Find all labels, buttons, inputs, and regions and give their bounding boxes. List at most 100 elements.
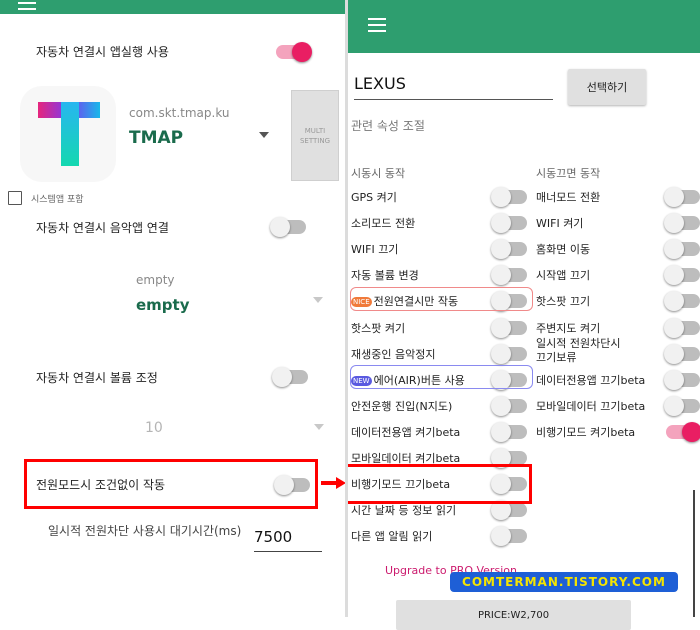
stop-item-toggle[interactable] xyxy=(664,369,700,390)
stop-item-toggle[interactable] xyxy=(664,291,700,312)
start-item-toggle[interactable] xyxy=(491,187,527,207)
start-item-toggle[interactable] xyxy=(491,317,527,338)
stop-item-toggle[interactable] xyxy=(664,343,700,364)
stop-item-text: 주변지도 켜기 xyxy=(536,321,601,335)
music-toggle[interactable] xyxy=(270,217,306,237)
start-item-toggle[interactable] xyxy=(491,421,527,442)
stop-item-label: 일시적 전원차단시 끄기보류 xyxy=(536,337,620,365)
stop-item-text: 홈화면 이동 xyxy=(536,243,591,257)
stop-item-text: 핫스팟 끄기 xyxy=(536,295,591,309)
music-dropdown-arrow-icon[interactable] xyxy=(313,297,323,303)
stop-item-toggle[interactable] xyxy=(664,239,700,260)
multi-setting-label: MULTI SETTING xyxy=(299,126,331,145)
volume-dropdown-arrow-icon[interactable] xyxy=(314,424,324,430)
start-item-toggle[interactable] xyxy=(491,343,527,364)
select-button[interactable]: 선택하기 xyxy=(568,69,646,105)
start-item-label: 시간 날짜 등 정보 읽기 xyxy=(351,502,456,518)
start-item-label: GPS 켜기 xyxy=(351,189,397,205)
menu-icon[interactable] xyxy=(16,0,38,12)
left-panel: 자동차 연결시 앱실행 사용 com.skt.tmap.ku TMAP MULT… xyxy=(0,0,345,617)
app-dropdown-arrow-icon[interactable] xyxy=(259,132,269,138)
new-item-outline xyxy=(350,365,533,389)
car-name-input[interactable]: LEXUS xyxy=(354,74,553,100)
power-mode-toggle[interactable] xyxy=(274,475,310,495)
menu-icon[interactable] xyxy=(366,16,388,36)
price-button[interactable]: PRICE:W2,700 xyxy=(396,600,631,630)
app-name[interactable]: TMAP xyxy=(129,128,183,148)
stop-item-label: 모바일데이터 끄기beta xyxy=(536,398,645,414)
auto-launch-toggle[interactable] xyxy=(276,42,312,62)
start-item-label: WIFI 끄기 xyxy=(351,241,398,257)
stop-item-label: 매너모드 전환 xyxy=(536,189,600,205)
start-item-label: 핫스팟 켜기 xyxy=(351,320,405,336)
start-item-toggle[interactable] xyxy=(491,213,527,234)
stop-item-label: 홈화면 이동 xyxy=(536,241,590,257)
stop-section-header: 시동끄면 동작 xyxy=(536,167,601,180)
stop-item-text: 매너모드 전환 xyxy=(536,191,601,204)
stop-item-text: WIFI 켜기 xyxy=(536,217,584,231)
tmap-app-icon xyxy=(20,86,116,182)
start-item-text: WIFI 끄기 xyxy=(351,243,399,257)
stop-item-text: 데이터전용앱 끄기beta xyxy=(536,373,646,387)
row-auto-launch-label: 자동차 연결시 앱실행 사용 xyxy=(36,45,169,59)
highlight-arrow-icon xyxy=(321,475,347,489)
stop-item-toggle[interactable] xyxy=(664,395,700,416)
start-item-toggle[interactable] xyxy=(491,526,527,547)
wait-time-label: 일시적 전원차단 사용시 대기시간(ms) xyxy=(48,524,242,538)
start-item-text: GPS 켜기 xyxy=(351,191,397,204)
start-item-text: 시간 날짜 등 정보 읽기 xyxy=(351,504,457,518)
stop-item-toggle[interactable] xyxy=(664,187,700,207)
nice-item-outline xyxy=(350,287,533,311)
stop-item-toggle[interactable] xyxy=(664,317,700,338)
stop-item-toggle[interactable] xyxy=(664,265,700,286)
row-power-mode-label: 전원모드시 조건없이 작동 xyxy=(36,478,166,492)
start-section-header: 시동시 동작 xyxy=(351,167,406,180)
multi-setting-button[interactable]: MULTI SETTING xyxy=(291,90,339,181)
left-toolbar xyxy=(0,0,345,14)
start-item-toggle[interactable] xyxy=(491,448,527,468)
start-item-label: 다른 앱 알림 읽기 xyxy=(351,528,432,544)
start-item-text: 핫스팟 켜기 xyxy=(351,321,406,335)
stop-item-toggle[interactable] xyxy=(666,421,700,442)
panel-divider xyxy=(345,0,348,617)
volume-toggle[interactable] xyxy=(272,367,308,387)
price-label: PRICE:W2,700 xyxy=(477,610,550,621)
right-panel: LEXUS 선택하기 관련 속성 조절 시동시 동작 시동끄면 동작 GPS 켜… xyxy=(345,0,700,630)
start-item-text: 소리모드 전환 xyxy=(351,217,416,231)
related-props-label: 관련 속성 조절 xyxy=(351,119,425,133)
right-edge-divider xyxy=(693,490,695,617)
start-item-toggle[interactable] xyxy=(491,265,527,286)
app-package: com.skt.tmap.ku xyxy=(129,106,230,120)
row-volume-label: 자동차 연결시 볼륨 조정 xyxy=(36,371,158,385)
start-item-text: 자동 볼륨 변경 xyxy=(351,269,419,283)
start-item-label: 재생중인 음악정지 xyxy=(351,346,435,362)
start-item-label: 소리모드 전환 xyxy=(351,215,415,231)
wait-time-input[interactable]: 7500 xyxy=(254,528,322,552)
airplane-mode-highlight-box xyxy=(345,464,532,504)
row-music-label: 자동차 연결시 음악앱 연결 xyxy=(36,221,169,235)
stop-item-label: 데이터전용앱 끄기beta xyxy=(536,372,645,388)
music-app-select[interactable]: empty xyxy=(136,296,190,314)
start-item-label: 자동 볼륨 변경 xyxy=(351,267,419,283)
start-item-label: 안전운행 진입(N지도) xyxy=(351,398,452,414)
stop-item-label: 주변지도 켜기 xyxy=(536,320,600,336)
start-item-label: 데이터전용앱 켜기beta xyxy=(351,424,460,440)
stop-item-text: 모바일데이터 끄기beta xyxy=(536,399,646,413)
include-system-label: 시스템앱 포함 xyxy=(31,195,84,205)
start-item-toggle[interactable] xyxy=(491,500,527,521)
include-system-checkbox[interactable] xyxy=(8,191,22,205)
music-app-small: empty xyxy=(136,273,175,287)
start-item-toggle[interactable] xyxy=(491,239,527,260)
stop-item-toggle[interactable] xyxy=(664,213,700,234)
stop-item-label: 시작앱 끄기 xyxy=(536,267,590,283)
start-item-text: 재생중인 음악정지 xyxy=(351,347,436,361)
volume-value[interactable]: 10 xyxy=(145,420,163,436)
start-item-text: 다른 앱 알림 읽기 xyxy=(351,530,433,544)
select-button-label: 선택하기 xyxy=(586,81,628,94)
stop-item-label: 핫스팟 끄기 xyxy=(536,293,590,309)
right-toolbar xyxy=(348,0,700,53)
watermark-text: COMTERMAN.TISTORY.COM xyxy=(462,575,666,589)
stop-item-label: 비행기모드 켜기beta xyxy=(536,424,635,440)
start-item-text: 데이터전용앱 켜기beta xyxy=(351,425,461,439)
start-item-toggle[interactable] xyxy=(491,395,527,416)
